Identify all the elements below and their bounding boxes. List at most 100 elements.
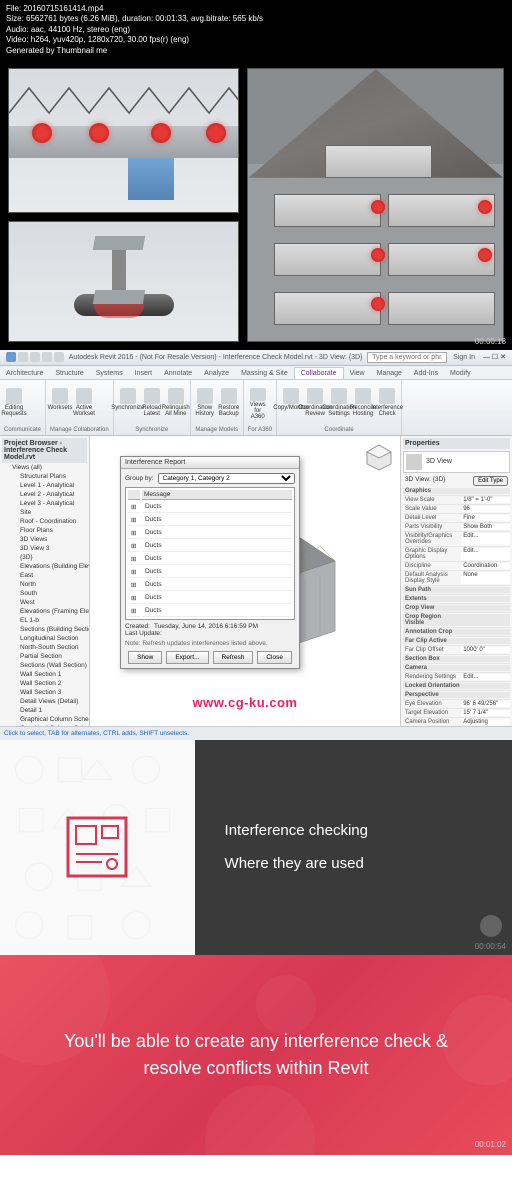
properties-panel[interactable]: Properties 3D View 3D View: {3D} Edit Ty…	[400, 436, 512, 726]
property-row[interactable]: Annotation Crop	[403, 628, 510, 637]
tree-item[interactable]: Wall Section 1	[2, 670, 87, 679]
tree-item[interactable]: East	[2, 571, 87, 580]
ribbon-button[interactable]: Synchronize	[118, 388, 138, 420]
tree-item[interactable]: Sections (Wall Section)	[2, 661, 87, 670]
ribbon-button[interactable]: Relinquish All Mine	[166, 388, 186, 420]
property-row[interactable]: Parts VisibilityShow Both	[403, 523, 510, 532]
ribbon-button[interactable]: Reload Latest	[142, 388, 162, 420]
table-row[interactable]: ⊞Ducts	[128, 541, 292, 552]
search-input[interactable]	[367, 352, 447, 363]
ribbon-button[interactable]: Restore Backup	[219, 388, 239, 420]
tree-item[interactable]: Structural Plans	[2, 472, 87, 481]
tree-item[interactable]: Elevations (Framing Elevation)	[2, 607, 87, 616]
tab-structure[interactable]: Structure	[49, 368, 89, 379]
property-row[interactable]: Scale Value96	[403, 505, 510, 514]
tab-analyze[interactable]: Analyze	[198, 368, 235, 379]
tree-item[interactable]: {3D}	[2, 553, 87, 562]
window-controls[interactable]: — ☐ ✕	[483, 353, 506, 361]
ribbon-button[interactable]: Editing Requests	[4, 388, 24, 420]
refresh-button[interactable]: Refresh	[213, 651, 254, 664]
property-row[interactable]: Sun Path	[403, 586, 510, 595]
tree-item[interactable]: Graphical Column Schedule 1	[2, 724, 87, 726]
tree-item[interactable]: Floor Plans	[2, 526, 87, 535]
tree-item[interactable]: Detail Views (Detail)	[2, 697, 87, 706]
property-row[interactable]: Crop Region Visible	[403, 613, 510, 628]
ribbon-button[interactable]: Views for A360	[248, 388, 268, 420]
tree-item[interactable]: Site	[2, 508, 87, 517]
table-row[interactable]: ⊞Ducts	[128, 606, 292, 617]
property-row[interactable]: Crop View	[403, 604, 510, 613]
tree-item[interactable]: 3D View 3	[2, 544, 87, 553]
tab-insert[interactable]: Insert	[129, 368, 159, 379]
signin-link[interactable]: Sign In	[453, 354, 475, 361]
tree-item[interactable]: North-South Section	[2, 643, 87, 652]
property-row[interactable]: Default Analysis Display StyleNone	[403, 571, 510, 586]
tab-view[interactable]: View	[344, 368, 371, 379]
tab-modify[interactable]: Modify	[444, 368, 477, 379]
property-row[interactable]: Extents	[403, 595, 510, 604]
table-row[interactable]: ⊞Ducts	[128, 528, 292, 539]
ribbon-button[interactable]: Show History	[195, 388, 215, 420]
property-row[interactable]: Section Box	[403, 655, 510, 664]
interference-table[interactable]: Message ⊞Ducts⊞Ducts⊞Ducts⊞Ducts⊞Ducts⊞D…	[125, 487, 295, 620]
viewcube[interactable]	[364, 442, 394, 472]
property-row[interactable]: Eye Elevation96' 6 49/256"	[403, 700, 510, 709]
quick-access-icons[interactable]	[6, 352, 64, 362]
tab-systems[interactable]: Systems	[90, 368, 129, 379]
tree-item[interactable]: Detail 1	[2, 706, 87, 715]
property-row[interactable]: Far Clip Active	[403, 637, 510, 646]
table-row[interactable]: ⊞Ducts	[128, 580, 292, 591]
tree-item[interactable]: West	[2, 598, 87, 607]
3d-viewport[interactable]: Interference Report Group by: Category 1…	[90, 436, 400, 726]
groupby-select[interactable]: Category 1, Category 2	[158, 473, 295, 484]
tree-item[interactable]: Longitudinal Section	[2, 634, 87, 643]
property-row[interactable]: Camera	[403, 664, 510, 673]
tree-item[interactable]: Sections (Building Section)	[2, 625, 87, 634]
tree-item[interactable]: Views (all)	[2, 463, 87, 472]
table-row[interactable]: ⊞Ducts	[128, 515, 292, 526]
property-row[interactable]: Rendering SettingsEdit...	[403, 673, 510, 682]
property-row[interactable]: Perspective	[403, 691, 510, 700]
property-row[interactable]: Target Elevation15' 7 1/4"	[403, 709, 510, 718]
tree-item[interactable]: Elevations (Building Elevation)	[2, 562, 87, 571]
property-row[interactable]: Locked Orientation	[403, 682, 510, 691]
ribbon-button[interactable]: Interference Check	[377, 388, 397, 420]
tree-item[interactable]: Wall Section 3	[2, 688, 87, 697]
tree-item[interactable]: Graphical Column Schedules	[2, 715, 87, 724]
table-row[interactable]: ⊞Ducts	[128, 567, 292, 578]
table-row[interactable]: ⊞Ducts	[128, 502, 292, 513]
ribbon-button[interactable]: Worksets	[50, 388, 70, 420]
table-row[interactable]: ⊞Ducts	[128, 593, 292, 604]
tree-item[interactable]: Level 3 - Analytical	[2, 499, 87, 508]
tree-item[interactable]: North	[2, 580, 87, 589]
tab-annotate[interactable]: Annotate	[158, 368, 198, 379]
tab-manage[interactable]: Manage	[371, 368, 408, 379]
table-row[interactable]: ⊞Ducts	[128, 554, 292, 565]
project-browser[interactable]: Project Browser - Interference Check Mod…	[0, 436, 90, 726]
tree-item[interactable]: Partial Section	[2, 652, 87, 661]
property-row[interactable]: Camera PositionAdjusting	[403, 718, 510, 726]
property-row[interactable]: DisciplineCoordination	[403, 562, 510, 571]
property-row[interactable]: Graphic Display OptionsEdit...	[403, 547, 510, 562]
property-row[interactable]: Far Clip Offset1000' 0"	[403, 646, 510, 655]
tab-architecture[interactable]: Architecture	[0, 368, 49, 379]
tab-addins[interactable]: Add-Ins	[408, 368, 444, 379]
edit-type-button[interactable]: Edit Type	[473, 476, 508, 486]
tab-massing[interactable]: Massing & Site	[235, 368, 294, 379]
tree-item[interactable]: Wall Section 2	[2, 679, 87, 688]
export-button[interactable]: Export...	[166, 651, 208, 664]
tree-item[interactable]: 3D Views	[2, 535, 87, 544]
tree-item[interactable]: Roof - Coordination	[2, 517, 87, 526]
tree-item[interactable]: EL 1-b	[2, 616, 87, 625]
tree-item[interactable]: Level 1 - Analytical	[2, 481, 87, 490]
tab-collaborate[interactable]: Collaborate	[294, 367, 344, 379]
property-row[interactable]: Visibility/Graphics OverridesEdit...	[403, 532, 510, 547]
property-row[interactable]: Detail LevelFine	[403, 514, 510, 523]
play-button-icon[interactable]	[480, 915, 502, 937]
show-button[interactable]: Show	[128, 651, 162, 664]
close-button[interactable]: Close	[257, 651, 292, 664]
ribbon-button[interactable]: Active Workset	[74, 388, 94, 420]
property-row[interactable]: View Scale1/8" = 1'-0"	[403, 496, 510, 505]
ribbon-button[interactable]: Coordination Settings	[329, 388, 349, 420]
property-row[interactable]: Graphics	[403, 487, 510, 496]
